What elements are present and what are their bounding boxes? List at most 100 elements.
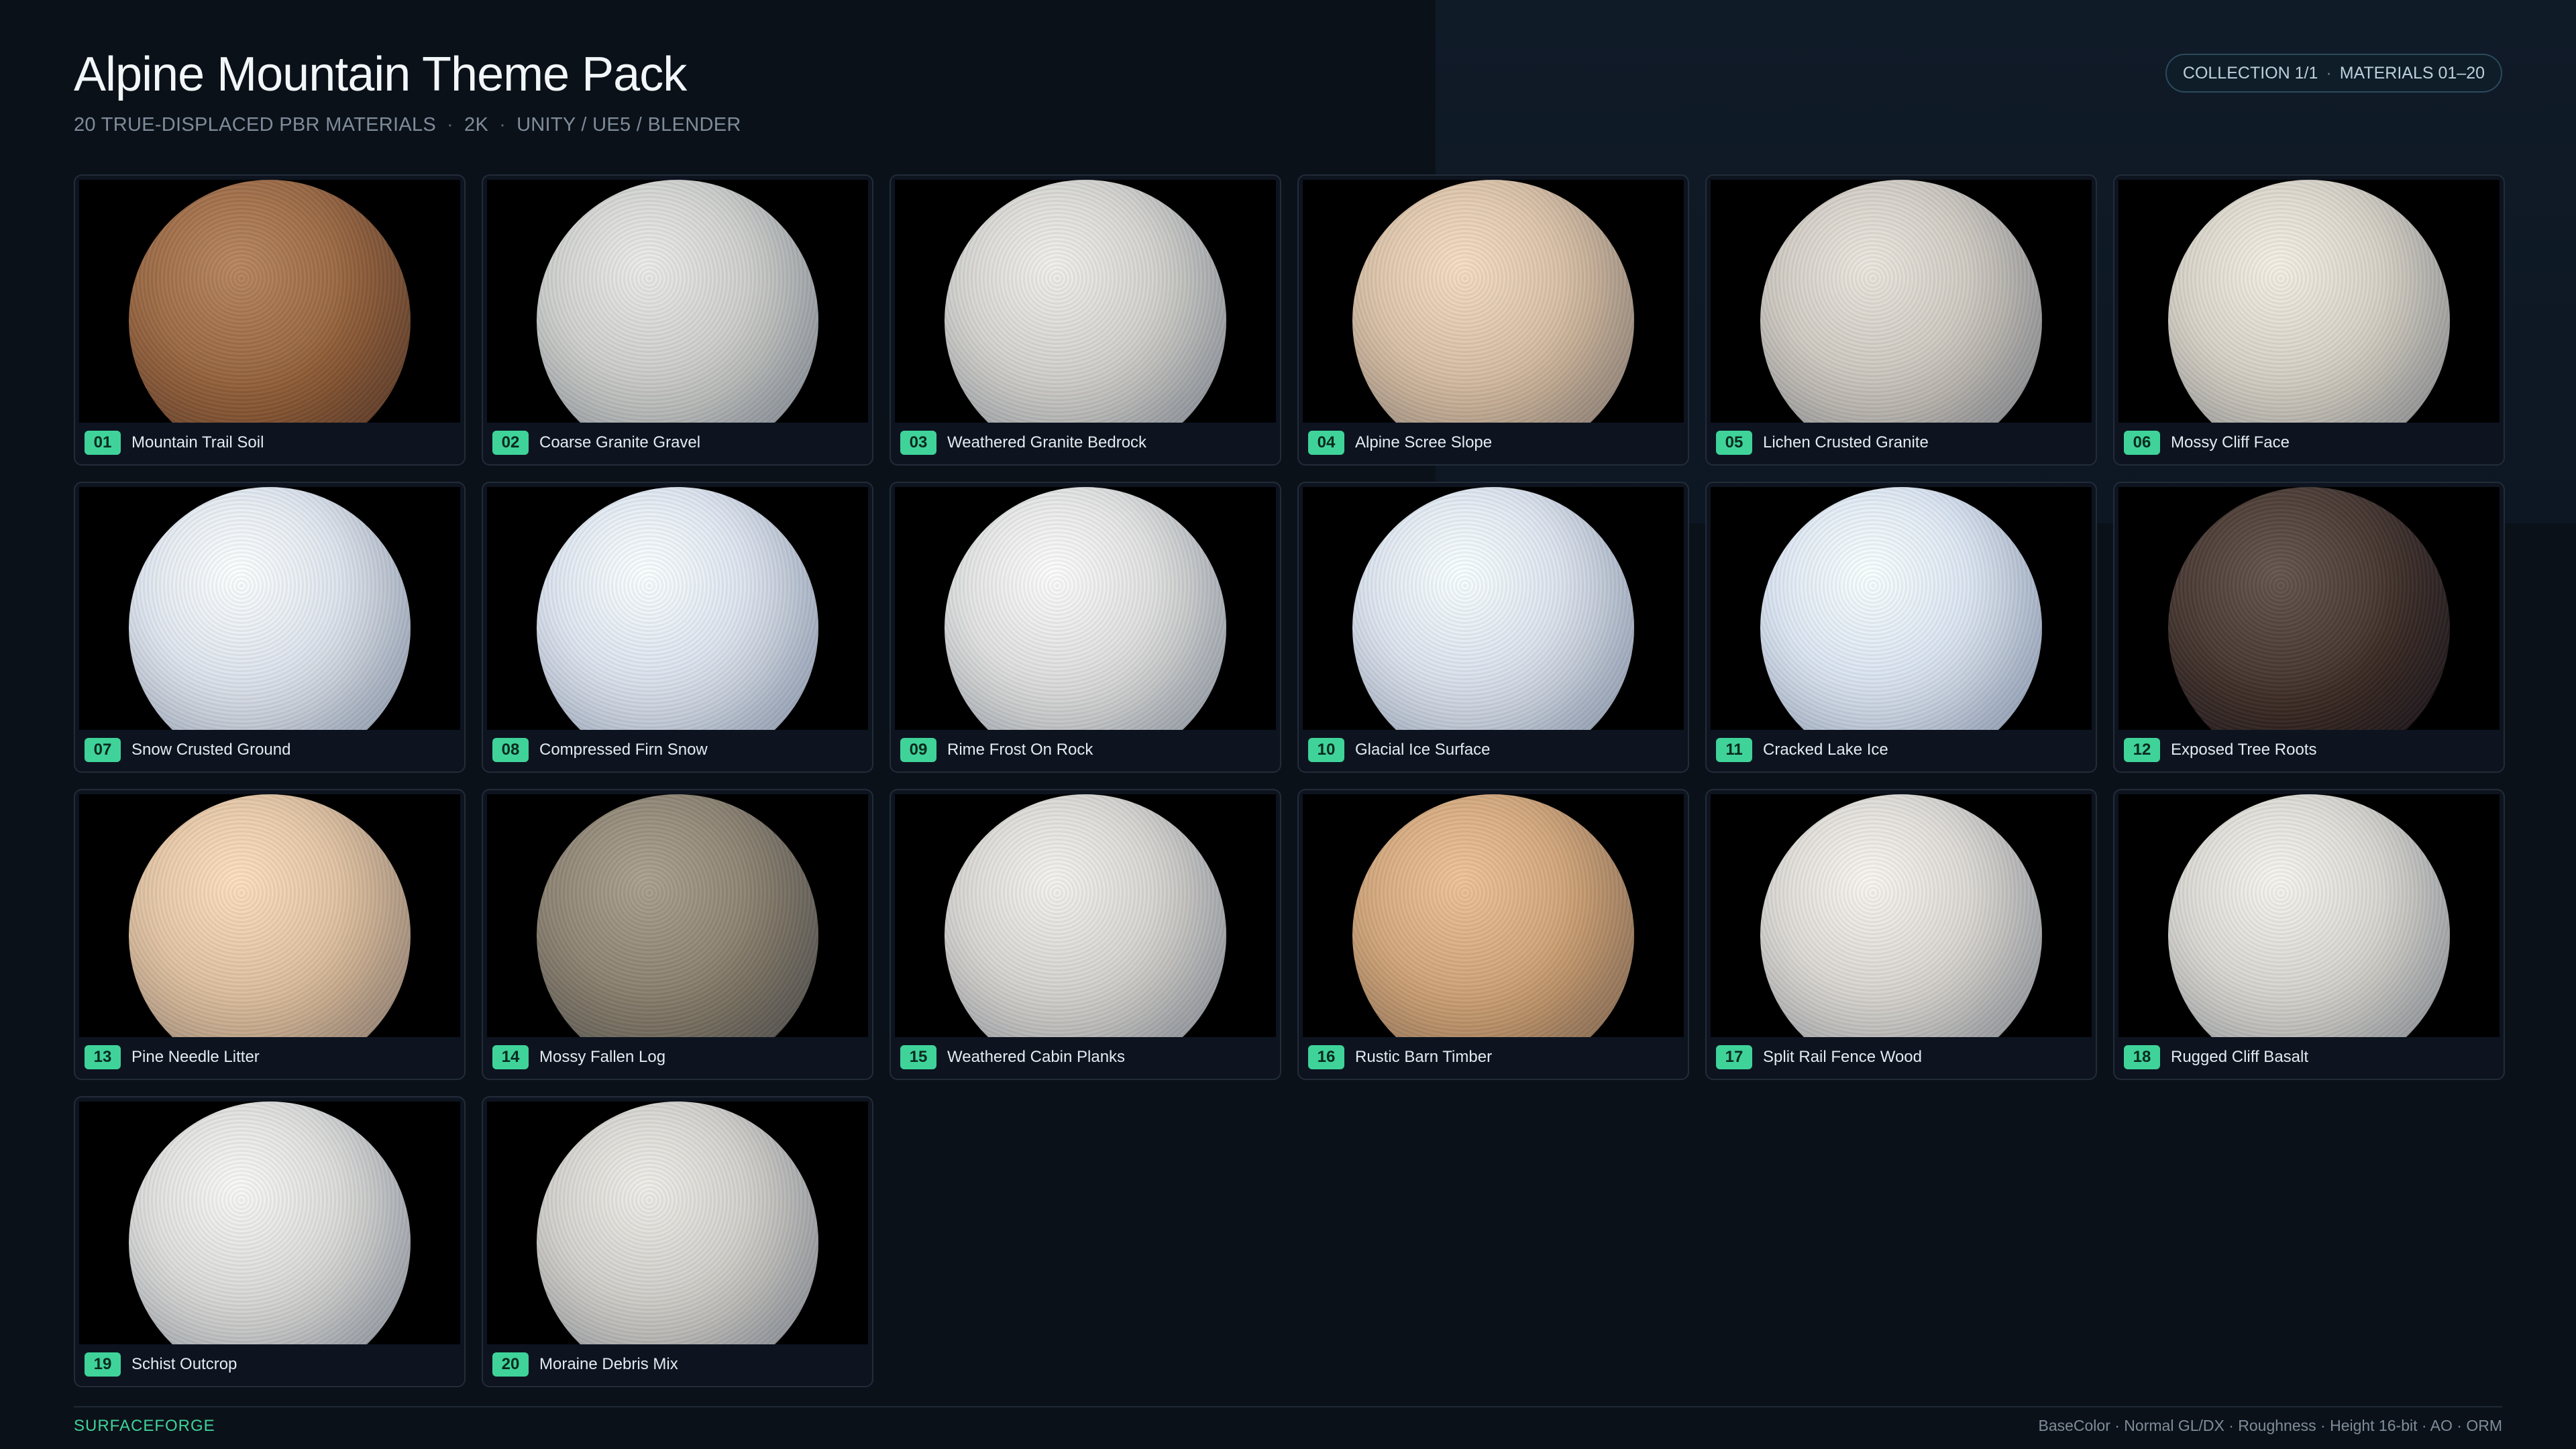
material-sphere (1760, 180, 2042, 423)
material-label: 18 Rugged Cliff Basalt (2124, 1044, 2308, 1071)
material-name: Weathered Granite Bedrock (947, 433, 1147, 451)
material-preview (2118, 487, 2500, 730)
material-card[interactable]: 12 Exposed Tree Roots (2113, 482, 2505, 773)
material-preview (1711, 487, 2092, 730)
material-name: Split Rail Fence Wood (1763, 1048, 1922, 1066)
material-card[interactable]: 11 Cracked Lake Ice (1705, 482, 2097, 773)
material-label: 03 Weathered Granite Bedrock (900, 429, 1146, 456)
material-preview (2118, 180, 2500, 423)
subtitle-separator: · (499, 114, 506, 136)
material-card[interactable]: 01 Mountain Trail Soil (74, 174, 466, 466)
material-label: 15 Weathered Cabin Planks (900, 1044, 1125, 1071)
material-number-badge: 02 (492, 431, 529, 455)
material-number-badge: 12 (2124, 738, 2160, 762)
material-card[interactable]: 07 Snow Crusted Ground (74, 482, 466, 773)
material-card[interactable]: 19 Schist Outcrop (74, 1096, 466, 1387)
page-subtitle: 20 TRUE-DISPLACED PBR MATERIALS · 2K · UNITY… (74, 114, 2502, 136)
material-card[interactable]: 02 Coarse Granite Gravel (482, 174, 873, 466)
material-preview (895, 180, 1276, 423)
material-card[interactable]: 04 Alpine Scree Slope (1297, 174, 1689, 466)
material-name: Moraine Debris Mix (539, 1355, 678, 1373)
material-label: 08 Compressed Firn Snow (492, 737, 708, 763)
material-preview (895, 487, 1276, 730)
material-preview (79, 487, 460, 730)
material-preview (895, 794, 1276, 1037)
material-label: 12 Exposed Tree Roots (2124, 737, 2316, 763)
material-label: 11 Cracked Lake Ice (1716, 737, 1888, 763)
material-sphere (129, 794, 411, 1037)
material-sphere (2168, 180, 2450, 423)
material-card[interactable]: 17 Split Rail Fence Wood (1705, 789, 2097, 1080)
material-number-badge: 14 (492, 1045, 529, 1069)
material-sphere (1352, 487, 1634, 730)
material-name: Rustic Barn Timber (1355, 1048, 1493, 1066)
material-sphere (2168, 487, 2450, 730)
subtitle-resolution: 2K (464, 114, 489, 136)
material-preview (1303, 794, 1684, 1037)
material-preview (1303, 487, 1684, 730)
material-label: 02 Coarse Granite Gravel (492, 429, 700, 456)
material-name: Exposed Tree Roots (2171, 741, 2317, 759)
material-card[interactable]: 10 Glacial Ice Surface (1297, 482, 1689, 773)
material-number-badge: 07 (85, 738, 121, 762)
material-number-badge: 11 (1716, 738, 1752, 762)
badge-separator: · (2326, 63, 2332, 83)
material-card[interactable]: 13 Pine Needle Litter (74, 789, 466, 1080)
footer-divider (74, 1406, 2502, 1407)
materials-range: MATERIALS 01–20 (2339, 63, 2485, 83)
material-card[interactable]: 15 Weathered Cabin Planks (890, 789, 1281, 1080)
page-title: Alpine Mountain Theme Pack (74, 48, 687, 101)
material-label: 01 Mountain Trail Soil (85, 429, 264, 456)
material-card[interactable]: 05 Lichen Crusted Granite (1705, 174, 2097, 466)
material-card[interactable]: 06 Mossy Cliff Face (2113, 174, 2505, 466)
material-sphere (1760, 794, 2042, 1037)
material-number-badge: 01 (85, 431, 121, 455)
material-number-badge: 06 (2124, 431, 2160, 455)
material-card[interactable]: 14 Mossy Fallen Log (482, 789, 873, 1080)
material-label: 19 Schist Outcrop (85, 1351, 237, 1378)
collection-label: COLLECTION 1/1 (2182, 63, 2318, 83)
material-number-badge: 16 (1308, 1045, 1344, 1069)
material-name: Rime Frost On Rock (947, 741, 1093, 759)
material-name: Schist Outcrop (131, 1355, 237, 1373)
material-name: Pine Needle Litter (131, 1048, 260, 1066)
material-label: 20 Moraine Debris Mix (492, 1351, 678, 1378)
material-sphere (945, 180, 1226, 423)
material-card[interactable]: 20 Moraine Debris Mix (482, 1096, 873, 1387)
material-sphere (2168, 794, 2450, 1037)
material-card[interactable]: 09 Rime Frost On Rock (890, 482, 1281, 773)
material-sphere (945, 794, 1226, 1037)
material-sphere (1352, 180, 1634, 423)
material-label: 13 Pine Needle Litter (85, 1044, 260, 1071)
material-card[interactable]: 16 Rustic Barn Timber (1297, 789, 1689, 1080)
material-number-badge: 09 (900, 738, 936, 762)
material-label: 14 Mossy Fallen Log (492, 1044, 665, 1071)
material-name: Weathered Cabin Planks (947, 1048, 1126, 1066)
material-name: Rugged Cliff Basalt (2171, 1048, 2309, 1066)
material-number-badge: 08 (492, 738, 529, 762)
material-card[interactable]: 08 Compressed Firn Snow (482, 482, 873, 773)
material-preview (487, 1102, 868, 1344)
material-card[interactable]: 03 Weathered Granite Bedrock (890, 174, 1281, 466)
material-label: 04 Alpine Scree Slope (1308, 429, 1492, 456)
material-name: Alpine Scree Slope (1355, 433, 1493, 451)
subtitle-engines: UNITY / UE5 / BLENDER (517, 114, 741, 136)
material-name: Mountain Trail Soil (131, 433, 264, 451)
material-name: Mossy Fallen Log (539, 1048, 666, 1066)
material-preview (79, 794, 460, 1037)
material-preview (487, 180, 868, 423)
material-name: Glacial Ice Surface (1355, 741, 1491, 759)
material-preview (487, 794, 868, 1037)
material-preview (1303, 180, 1684, 423)
material-label: 17 Split Rail Fence Wood (1716, 1044, 1922, 1071)
material-label: 09 Rime Frost On Rock (900, 737, 1093, 763)
material-preview (79, 1102, 460, 1344)
material-number-badge: 04 (1308, 431, 1344, 455)
material-number-badge: 10 (1308, 738, 1344, 762)
material-sphere (537, 180, 818, 423)
material-sphere (945, 487, 1226, 730)
material-number-badge: 15 (900, 1045, 936, 1069)
material-name: Snow Crusted Ground (131, 741, 291, 759)
material-name: Coarse Granite Gravel (539, 433, 701, 451)
material-card[interactable]: 18 Rugged Cliff Basalt (2113, 789, 2505, 1080)
